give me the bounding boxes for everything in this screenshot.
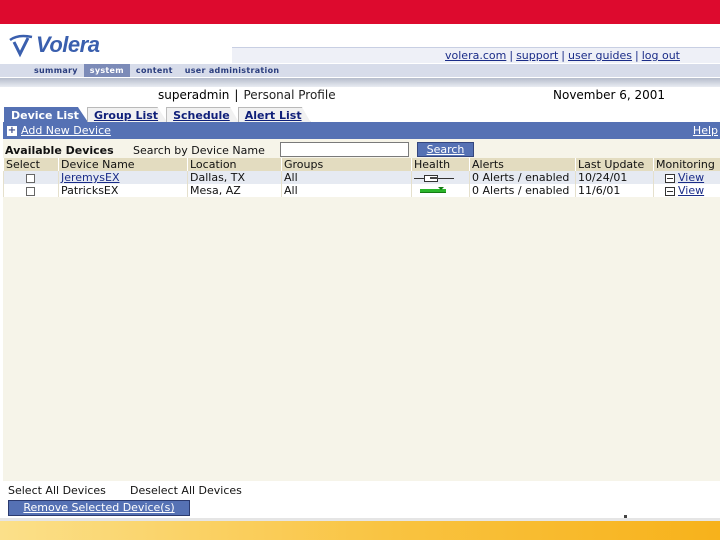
tab-device-list[interactable]: Device List <box>4 107 88 122</box>
plus-icon: + <box>7 124 17 136</box>
utility-bar: volera.com | support | user guides | log… <box>232 47 720 63</box>
bottom-accent-bar <box>0 518 720 540</box>
tab-schedule[interactable]: Schedule <box>166 107 239 122</box>
tab-group-list[interactable]: Group List <box>86 107 168 122</box>
support-link[interactable]: support <box>516 48 558 63</box>
tab-alert-list[interactable]: Alert List <box>237 107 311 122</box>
username: superadmin <box>158 88 230 102</box>
search-input[interactable] <box>280 142 409 157</box>
selection-controls: Select All Devices Deselect All Devices <box>3 481 720 498</box>
table-header-row: Select Device Name Location Groups Healt… <box>3 158 720 171</box>
health-cell <box>411 184 470 197</box>
location-cell: Dallas, TX <box>187 171 282 184</box>
alerts-cell: 0 Alerts / enabled <box>469 184 576 197</box>
select-checkbox[interactable] <box>26 186 35 196</box>
separator: | <box>561 49 566 62</box>
search-button[interactable]: Search <box>417 142 474 157</box>
monitor-icon <box>665 186 675 196</box>
monitoring-cell: View <box>653 171 720 184</box>
column-header-select: Select <box>3 158 59 171</box>
last-update-cell: 11/6/01 <box>575 184 654 197</box>
select-all-devices-link[interactable]: Select All Devices <box>8 484 106 497</box>
header-gradient-band <box>0 78 720 87</box>
device-name-link[interactable]: PatricksEX <box>61 184 118 197</box>
device-name-cell: PatricksEX <box>58 184 188 197</box>
nav-content[interactable]: content <box>130 64 179 77</box>
log-out-link[interactable]: log out <box>642 48 680 63</box>
column-header-last-update[interactable]: Last Update <box>575 158 654 171</box>
add-new-device-link[interactable]: + Add New Device <box>7 123 111 138</box>
location-cell: Mesa, AZ <box>187 184 282 197</box>
bottom-divider <box>0 518 720 521</box>
add-new-device-label: Add New Device <box>21 124 111 137</box>
column-header-device-name[interactable]: Device Name <box>58 158 188 171</box>
deselect-all-devices-link[interactable]: Deselect All Devices <box>130 484 242 497</box>
device-name-cell: JeremysEX <box>58 171 188 184</box>
device-name-link[interactable]: JeremysEX <box>61 171 120 184</box>
column-header-location[interactable]: Location <box>187 158 282 171</box>
column-header-health[interactable]: Health <box>411 158 470 171</box>
health-cell <box>411 171 470 184</box>
nav-system[interactable]: system <box>83 64 130 77</box>
select-checkbox[interactable] <box>26 173 35 183</box>
brand-name: Volera <box>36 32 100 57</box>
view-link[interactable]: View <box>678 171 704 184</box>
help-link[interactable]: Help <box>693 123 718 138</box>
device-table: Select Device Name Location Groups Healt… <box>3 158 720 197</box>
separator: | <box>234 88 239 102</box>
available-devices-heading: Available Devices <box>5 144 114 157</box>
groups-cell: All <box>281 184 412 197</box>
health-warning-icon <box>414 174 454 183</box>
separator: | <box>635 49 639 62</box>
select-cell <box>3 184 59 197</box>
tab-bar: Device List Group List Schedule Alert Li… <box>4 107 311 122</box>
user-guides-link[interactable]: user guides <box>568 48 632 63</box>
profile-row: superadmin | Personal Profile <box>158 88 336 102</box>
column-header-alerts[interactable]: Alerts <box>469 158 576 171</box>
last-update-cell: 10/24/01 <box>575 171 654 184</box>
search-row: Available Devices Search by Device Name … <box>3 142 720 158</box>
groups-cell: All <box>281 171 412 184</box>
monitor-icon <box>665 173 675 183</box>
main-nav: summary system content user administrati… <box>0 64 720 77</box>
table-row: PatricksEX Mesa, AZ All 0 Alerts / enabl… <box>3 184 720 197</box>
alerts-cell: 0 Alerts / enabled <box>469 171 576 184</box>
volera-swoosh-icon <box>9 34 33 58</box>
nav-user-administration[interactable]: user administration <box>179 64 286 77</box>
monitoring-cell: View <box>653 184 720 197</box>
remove-selected-devices-button[interactable]: Remove Selected Device(s) <box>8 500 190 516</box>
column-header-monitoring[interactable]: Monitoring <box>653 158 720 171</box>
search-label: Search by Device Name <box>133 144 265 157</box>
table-row: JeremysEX Dallas, TX All 0 Alerts / enab… <box>3 171 720 184</box>
volera-logo: Volera <box>8 30 100 60</box>
top-accent-bar <box>0 0 720 24</box>
nav-summary[interactable]: summary <box>28 64 84 77</box>
health-ok-icon <box>420 186 446 196</box>
view-link[interactable]: View <box>678 184 704 197</box>
column-header-groups[interactable]: Groups <box>281 158 412 171</box>
utility-links: volera.com | support | user guides | log… <box>445 48 680 63</box>
action-toolbar: + Add New Device Help <box>3 122 720 139</box>
separator: | <box>509 49 514 62</box>
select-cell <box>3 171 59 184</box>
volera-com-link[interactable]: volera.com <box>445 48 506 63</box>
personal-profile-link[interactable]: Personal Profile <box>243 88 335 102</box>
current-date: November 6, 2001 <box>553 88 666 102</box>
